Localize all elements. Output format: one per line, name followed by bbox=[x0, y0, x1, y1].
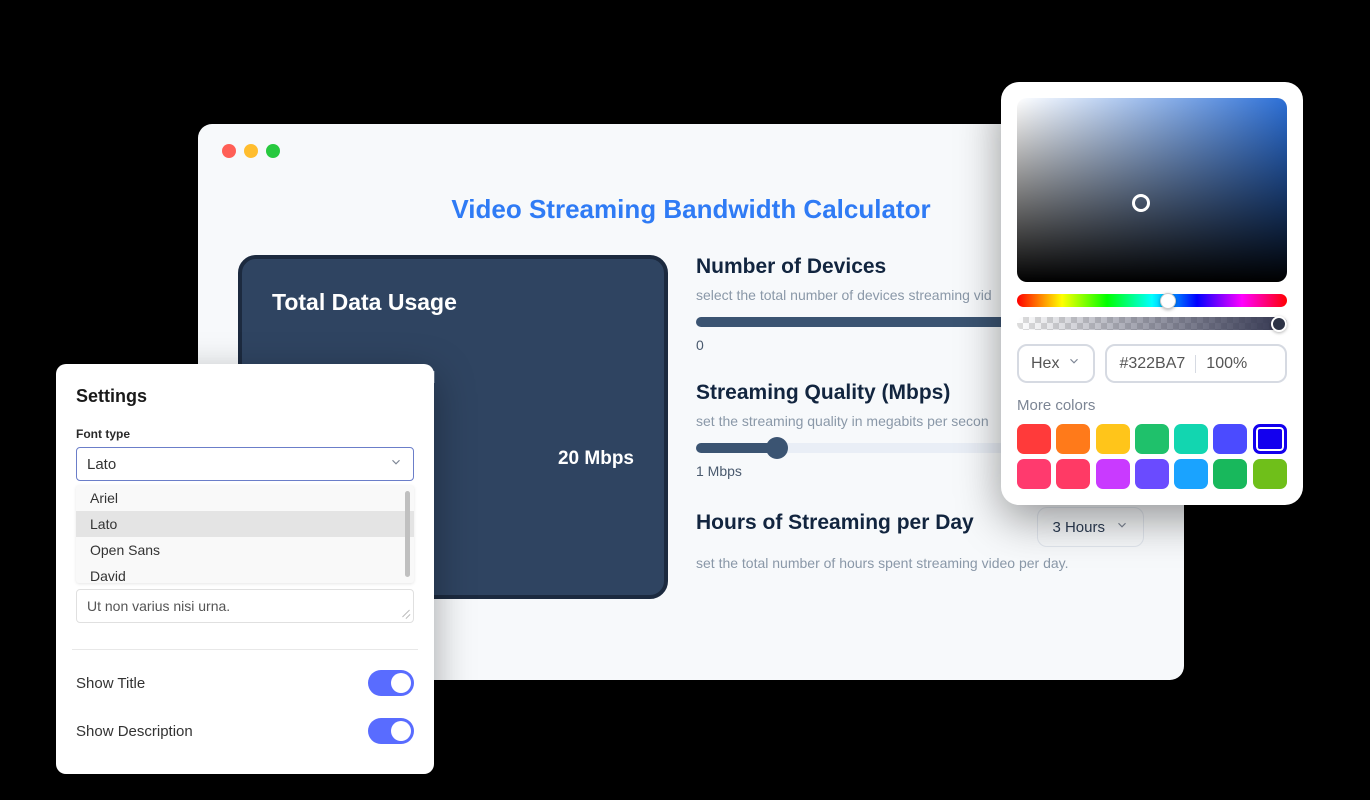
color-swatch[interactable] bbox=[1135, 424, 1169, 454]
show-description-row: Show Description bbox=[76, 718, 414, 744]
color-format-value: Hex bbox=[1031, 355, 1059, 373]
show-title-row: Show Title bbox=[76, 670, 414, 696]
chevron-down-icon bbox=[1115, 518, 1129, 536]
color-gradient-area[interactable] bbox=[1017, 98, 1287, 282]
more-colors-label: More colors bbox=[1017, 397, 1287, 414]
color-swatch[interactable] bbox=[1253, 459, 1287, 489]
hours-select[interactable]: 3 Hours bbox=[1037, 507, 1144, 547]
font-option-open-sans[interactable]: Open Sans bbox=[76, 537, 414, 563]
settings-title: Settings bbox=[76, 386, 414, 407]
settings-panel: Settings Font type Lato Ariel Lato Open … bbox=[56, 364, 434, 774]
color-swatch[interactable] bbox=[1017, 459, 1051, 489]
hours-description: set the total number of hours spent stre… bbox=[696, 555, 1144, 571]
description-textarea[interactable]: Ut non varius nisi urna. bbox=[76, 589, 414, 623]
chevron-down-icon bbox=[389, 455, 403, 473]
gradient-cursor-icon[interactable] bbox=[1132, 194, 1150, 212]
divider bbox=[72, 649, 418, 650]
resize-grip-icon[interactable] bbox=[399, 608, 411, 620]
color-swatch[interactable] bbox=[1135, 459, 1169, 489]
minimize-window-icon[interactable] bbox=[244, 144, 258, 158]
usage-card-title: Total Data Usage bbox=[272, 289, 634, 316]
hex-input[interactable]: #322BA7 100% bbox=[1105, 344, 1287, 383]
hours-title: Hours of Streaming per Day bbox=[696, 511, 974, 535]
close-window-icon[interactable] bbox=[222, 144, 236, 158]
show-title-toggle[interactable] bbox=[368, 670, 414, 696]
color-swatches bbox=[1017, 424, 1287, 489]
show-description-toggle[interactable] bbox=[368, 718, 414, 744]
chevron-down-icon bbox=[1067, 354, 1081, 373]
bandwidth-required-value: 20 Mbps bbox=[558, 448, 634, 470]
hex-value: #322BA7 bbox=[1119, 355, 1185, 373]
color-format-select[interactable]: Hex bbox=[1017, 344, 1095, 383]
color-swatch[interactable] bbox=[1253, 424, 1287, 454]
alpha-slider[interactable] bbox=[1017, 317, 1287, 330]
font-type-dropdown: Ariel Lato Open Sans David bbox=[76, 485, 414, 583]
hue-slider-thumb[interactable] bbox=[1160, 293, 1176, 309]
devices-slider-min: 0 bbox=[696, 337, 704, 353]
alpha-slider-thumb[interactable] bbox=[1271, 316, 1287, 332]
font-type-value: Lato bbox=[87, 456, 116, 473]
font-option-lato[interactable]: Lato bbox=[76, 511, 414, 537]
show-title-label: Show Title bbox=[76, 675, 145, 692]
font-option-ariel[interactable]: Ariel bbox=[76, 485, 414, 511]
alpha-value: 100% bbox=[1206, 355, 1247, 373]
color-swatch[interactable] bbox=[1174, 424, 1208, 454]
hours-control: Hours of Streaming per Day 3 Hours set t… bbox=[696, 507, 1144, 571]
show-description-label: Show Description bbox=[76, 723, 193, 740]
color-swatch[interactable] bbox=[1056, 459, 1090, 489]
color-swatch[interactable] bbox=[1213, 424, 1247, 454]
color-swatch[interactable] bbox=[1174, 459, 1208, 489]
quality-slider-min: 1 Mbps bbox=[696, 463, 742, 479]
maximize-window-icon[interactable] bbox=[266, 144, 280, 158]
color-swatch[interactable] bbox=[1017, 424, 1051, 454]
color-swatch[interactable] bbox=[1056, 424, 1090, 454]
color-swatch[interactable] bbox=[1096, 459, 1130, 489]
color-format-row: Hex #322BA7 100% bbox=[1017, 344, 1287, 383]
font-option-david[interactable]: David bbox=[76, 563, 414, 583]
font-type-select[interactable]: Lato bbox=[76, 447, 414, 481]
color-swatch[interactable] bbox=[1096, 424, 1130, 454]
hours-value: 3 Hours bbox=[1052, 519, 1105, 536]
color-swatch[interactable] bbox=[1213, 459, 1247, 489]
color-picker-panel: Hex #322BA7 100% More colors bbox=[1001, 82, 1303, 505]
hue-slider[interactable] bbox=[1017, 294, 1287, 307]
font-type-label: Font type bbox=[76, 427, 414, 441]
